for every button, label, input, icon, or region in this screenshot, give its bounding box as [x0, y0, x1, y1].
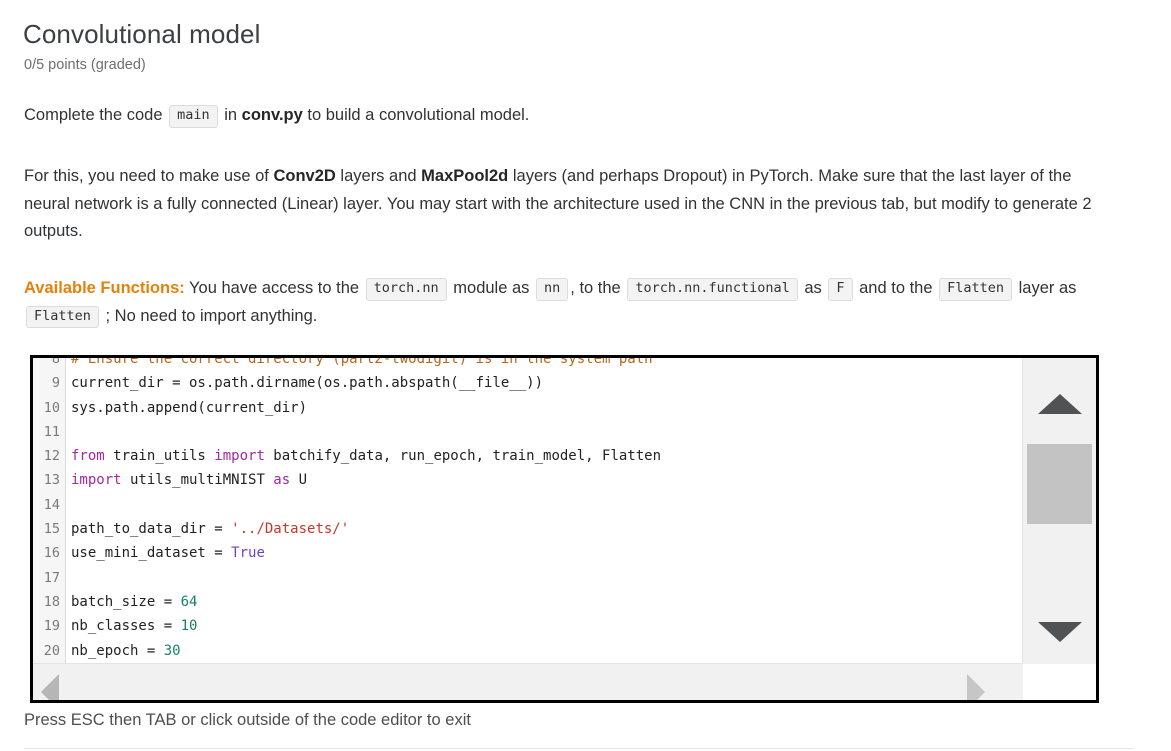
code-line: 17 — [33, 566, 1096, 590]
scroll-left-arrow-icon[interactable] — [41, 674, 59, 703]
line-number: 19 — [33, 614, 65, 638]
p3-seg6: layer as — [1019, 279, 1077, 297]
code-chip-f: F — [828, 278, 852, 301]
points-status: 0/5 points (graded) — [24, 57, 146, 73]
code-token: sys.path.append(current_dir) — [71, 400, 307, 416]
code-token: # Ensure the correct directory (part2-tw… — [71, 355, 653, 367]
p3-seg5: and to the — [859, 279, 932, 297]
code-content[interactable]: 8 # Ensure the correct directory (part2-t… — [33, 355, 1096, 700]
code-token: batchify_data, run_epoch, train_model, F… — [265, 448, 661, 464]
horizontal-scrollbar[interactable] — [33, 663, 1023, 700]
vertical-scrollbar[interactable] — [1022, 358, 1096, 664]
line-number: 15 — [33, 517, 65, 541]
code-token: 10 — [181, 618, 198, 634]
line-number: 14 — [33, 493, 65, 517]
line-number: 13 — [33, 468, 65, 492]
code-line-text: path_to_data_dir = '../Datasets/' — [65, 517, 349, 541]
code-token: utils_multiMNIST — [122, 472, 274, 488]
code-token: use_mini_dataset = — [71, 545, 231, 561]
code-chip-torch-nn-functional: torch.nn.functional — [627, 278, 797, 301]
code-chip-torch-nn: torch.nn — [366, 278, 447, 301]
instruction-paragraph-2: For this, you need to make use of Conv2D… — [24, 163, 1094, 246]
p2-bold-maxpool2d: MaxPool2d — [421, 167, 508, 185]
code-line: 16use_mini_dataset = True — [33, 541, 1096, 565]
line-number: 12 — [33, 444, 65, 468]
scroll-right-arrow-icon[interactable] — [967, 674, 985, 703]
code-line: 14 — [33, 493, 1096, 517]
code-line: 18batch_size = 64 — [33, 590, 1096, 614]
scroll-up-arrow-icon[interactable] — [1038, 394, 1082, 414]
code-token: path_to_data_dir = — [71, 521, 231, 537]
code-chip-nn: nn — [536, 278, 568, 301]
code-token: train_utils — [105, 448, 215, 464]
code-line-text: batch_size = 64 — [65, 590, 197, 614]
code-line: 19nb_classes = 10 — [33, 614, 1096, 638]
p1-seg2: in — [224, 106, 237, 124]
code-line: 12from train_utils import batchify_data,… — [33, 444, 1096, 468]
code-token: import — [214, 448, 265, 464]
p1-bold-filename: conv.py — [242, 106, 303, 124]
line-number: 11 — [33, 420, 65, 444]
p1-seg1: Complete the code — [24, 106, 163, 124]
problem-page: Convolutional model 0/5 points (graded) … — [0, 0, 1171, 751]
line-number: 20 — [33, 639, 65, 663]
code-token: current_dir = os.path.dirname(os.path.ab… — [71, 375, 543, 391]
line-number: 17 — [33, 566, 65, 590]
code-token: batch_size = — [71, 594, 181, 610]
code-token: from — [71, 448, 105, 464]
code-token: U — [290, 472, 307, 488]
code-chip-flatten-alias: Flatten — [26, 306, 99, 329]
code-line-text: sys.path.append(current_dir) — [65, 396, 307, 420]
code-line-text: nb_epoch = 30 — [65, 639, 181, 663]
section-divider — [24, 748, 1134, 749]
code-token: '../Datasets/' — [231, 521, 349, 537]
code-line-text: import utils_multiMNIST as U — [65, 468, 307, 492]
code-line-text: current_dir = os.path.dirname(os.path.ab… — [65, 371, 543, 395]
p1-seg3: to build a convolutional model. — [307, 106, 529, 124]
code-token: True — [231, 545, 265, 561]
code-token: nb_classes = — [71, 618, 181, 634]
code-editor[interactable]: 8 # Ensure the correct directory (part2-t… — [30, 355, 1099, 703]
p3-seg4: as — [804, 279, 821, 297]
line-number: 18 — [33, 590, 65, 614]
code-editor-inner: 8 # Ensure the correct directory (part2-t… — [33, 358, 1096, 700]
code-chip-flatten-module: Flatten — [939, 278, 1012, 301]
code-line: 9 current_dir = os.path.dirname(os.path.a… — [33, 371, 1096, 395]
p3-seg3: , to the — [570, 279, 620, 297]
p3-seg1: You have access to the — [189, 279, 359, 297]
code-line: 11 — [33, 420, 1096, 444]
line-number: 10 — [33, 396, 65, 420]
p3-seg2: module as — [453, 279, 529, 297]
code-line-text: # Ensure the correct directory (part2-tw… — [65, 355, 653, 371]
code-chip-main: main — [169, 105, 218, 128]
vertical-scrollbar-thumb[interactable] — [1027, 444, 1092, 524]
code-token: nb_epoch = — [71, 643, 164, 659]
editor-exit-hint: Press ESC then TAB or click outside of t… — [24, 711, 471, 730]
available-functions-label: Available Functions: — [24, 279, 185, 297]
code-token: 64 — [181, 594, 198, 610]
available-functions-paragraph: Available Functions: You have access to … — [24, 275, 1114, 330]
p2-seg1: For this, you need to make use of — [24, 167, 269, 185]
code-token: as — [273, 472, 290, 488]
code-line-text: from train_utils import batchify_data, r… — [65, 444, 661, 468]
code-token: import — [71, 472, 122, 488]
code-line: 10 sys.path.append(current_dir) — [33, 396, 1096, 420]
instruction-paragraph-1: Complete the code main in conv.py to bui… — [24, 102, 1144, 130]
code-token: 30 — [164, 643, 181, 659]
code-line-text: nb_classes = 10 — [65, 614, 197, 638]
code-line-text: use_mini_dataset = True — [65, 541, 265, 565]
line-number: 8 — [33, 355, 65, 371]
code-line: 20nb_epoch = 30 — [33, 639, 1096, 663]
p2-seg2: layers and — [340, 167, 416, 185]
p3-seg7: ; No need to import anything. — [106, 307, 318, 325]
line-number: 9 — [33, 371, 65, 395]
scroll-down-arrow-icon[interactable] — [1038, 622, 1082, 642]
page-title: Convolutional model — [23, 19, 261, 50]
code-line: 15path_to_data_dir = '../Datasets/' — [33, 517, 1096, 541]
line-number: 16 — [33, 541, 65, 565]
code-line: 8 # Ensure the correct directory (part2-t… — [33, 355, 1096, 371]
code-line: 13import utils_multiMNIST as U — [33, 468, 1096, 492]
p2-bold-conv2d: Conv2D — [273, 167, 335, 185]
